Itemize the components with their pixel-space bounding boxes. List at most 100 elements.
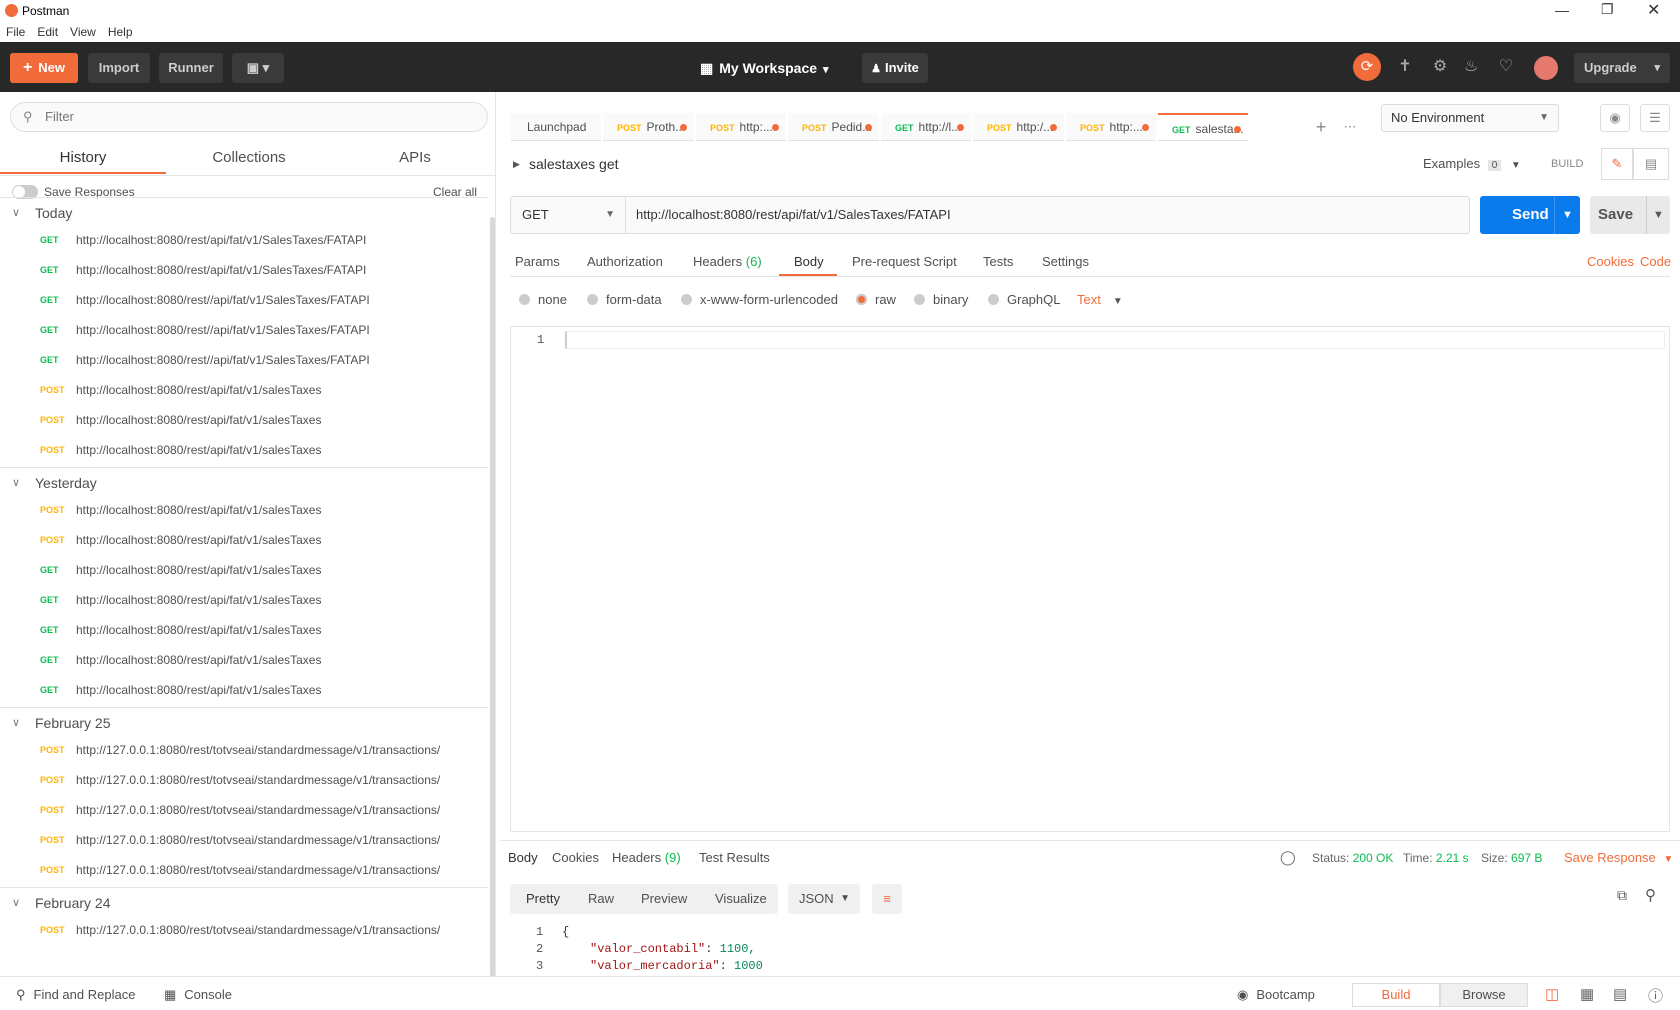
tab-headers[interactable]: Headers (6) bbox=[693, 254, 762, 269]
edit-pencil-icon[interactable]: ✎ bbox=[1601, 148, 1633, 180]
response-format-dropdown[interactable]: JSON ▼ bbox=[788, 884, 860, 914]
history-item[interactable]: GET http://localhost:8080/rest/api/fat/v1… bbox=[0, 255, 488, 285]
browse-mode-button[interactable]: Browse bbox=[1440, 983, 1528, 1007]
workspace-selector[interactable]: ▦ My Workspace ▾ bbox=[700, 56, 829, 80]
history-item[interactable]: POST http://localhost:8080/rest/api/fat/v… bbox=[0, 495, 488, 525]
history-item[interactable]: POST http://127.0.0.1:8080/rest/totvseai/… bbox=[0, 795, 488, 825]
response-tab-headers[interactable]: Headers (9) bbox=[612, 850, 681, 865]
request-tab[interactable]: GET salesta... bbox=[1158, 113, 1248, 141]
request-tab[interactable]: POST http:... bbox=[1066, 113, 1156, 141]
tab-authorization[interactable]: Authorization bbox=[587, 254, 663, 269]
request-name[interactable]: salestaxes get bbox=[529, 156, 619, 172]
two-pane-view-icon[interactable]: ◫ bbox=[1545, 985, 1559, 1003]
examples-dropdown[interactable]: Examples 0 ▼ bbox=[1423, 156, 1521, 171]
runner-button[interactable]: Runner bbox=[159, 53, 223, 83]
expand-arrow-icon[interactable]: ▶ bbox=[513, 159, 520, 170]
radio-graphql[interactable]: GraphQL bbox=[988, 292, 1060, 307]
body-format-dropdown[interactable]: Text ▼ bbox=[1077, 292, 1123, 307]
new-button[interactable]: + New bbox=[10, 53, 78, 83]
response-body[interactable]: 1 2 3 { "valor_contabil": 1100, "valor_m… bbox=[510, 924, 1660, 974]
help-icon[interactable]: ⓘ bbox=[1648, 985, 1663, 1006]
request-tab[interactable]: POST Proth... bbox=[603, 113, 694, 141]
save-dropdown-icon[interactable]: ▼ bbox=[1646, 196, 1670, 234]
tab-settings[interactable]: Settings bbox=[1042, 254, 1089, 269]
build-label[interactable]: BUILD bbox=[1551, 158, 1583, 170]
view-pretty[interactable]: Pretty bbox=[526, 891, 560, 906]
history-item[interactable]: POST http://localhost:8080/rest/api/fat/v… bbox=[0, 405, 488, 435]
request-tab[interactable]: POST Pedid... bbox=[788, 113, 879, 141]
restore-icon[interactable]: ❐ bbox=[1601, 1, 1614, 18]
layout-icon[interactable]: ▦ bbox=[1580, 985, 1594, 1003]
menu-edit[interactable]: Edit bbox=[31, 22, 64, 42]
close-icon[interactable]: ✕ bbox=[1647, 0, 1660, 20]
request-tab[interactable]: Launchpad bbox=[511, 113, 601, 141]
tab-apis[interactable]: APIs bbox=[332, 142, 498, 174]
menu-view[interactable]: View bbox=[64, 22, 102, 42]
search-response-icon[interactable]: ⚲ bbox=[1645, 886, 1656, 904]
history-item[interactable]: POST http://127.0.0.1:8080/rest/totvseai/… bbox=[0, 825, 488, 855]
more-tabs-icon[interactable]: ⋯ bbox=[1337, 113, 1363, 141]
view-visualize[interactable]: Visualize bbox=[715, 891, 767, 906]
notifications-bell-icon[interactable]: ♨ bbox=[1459, 55, 1483, 79]
eye-icon[interactable]: ◉ bbox=[1600, 104, 1630, 132]
save-response-button[interactable]: Save Response ▼ bbox=[1564, 850, 1673, 865]
environment-selector[interactable]: No Environment ▼ bbox=[1381, 104, 1559, 132]
history-item[interactable]: GET http://localhost:8080/rest//api/fat/v… bbox=[0, 285, 488, 315]
console-button[interactable]: ▦ Console bbox=[164, 987, 232, 1003]
filter-box[interactable]: ⚲ bbox=[10, 102, 488, 132]
tab-params[interactable]: Params bbox=[515, 254, 560, 269]
invite-button[interactable]: ♟ Invite bbox=[862, 53, 928, 83]
bootcamp-button[interactable]: ◉ Bootcamp bbox=[1237, 987, 1315, 1003]
menu-help[interactable]: Help bbox=[102, 22, 139, 42]
request-tab[interactable]: POST http:/... bbox=[973, 113, 1064, 141]
add-tab-button[interactable]: + bbox=[1309, 113, 1333, 141]
radio-form-data[interactable]: form-data bbox=[587, 292, 662, 307]
cookies-link[interactable]: Cookies bbox=[1587, 254, 1634, 269]
copy-icon[interactable]: ⧉ bbox=[1617, 887, 1627, 904]
history-item[interactable]: POST http://127.0.0.1:8080/rest/totvseai/… bbox=[0, 915, 488, 945]
send-dropdown-icon[interactable]: ▼ bbox=[1554, 196, 1580, 234]
view-raw[interactable]: Raw bbox=[588, 891, 614, 906]
tab-collections[interactable]: Collections bbox=[166, 142, 332, 174]
sync-icon[interactable]: ⟳ bbox=[1353, 53, 1381, 81]
history-item[interactable]: POST http://localhost:8080/rest/api/fat/v… bbox=[0, 375, 488, 405]
history-group[interactable]: ∨ February 24 bbox=[0, 887, 488, 917]
tab-history[interactable]: History bbox=[0, 142, 166, 174]
code-link[interactable]: Code bbox=[1640, 254, 1671, 269]
find-replace-button[interactable]: ⚲ Find and Replace bbox=[16, 987, 135, 1003]
history-item[interactable]: GET http://localhost:8080/rest/api/fat/v1… bbox=[0, 555, 488, 585]
save-button[interactable]: Save ▼ bbox=[1590, 196, 1670, 234]
history-item[interactable]: POST http://localhost:8080/rest/api/fat/v… bbox=[0, 525, 488, 555]
menu-file[interactable]: File bbox=[0, 22, 31, 42]
history-item[interactable]: POST http://127.0.0.1:8080/rest/totvseai/… bbox=[0, 735, 488, 765]
satellite-icon[interactable]: ✝ bbox=[1393, 55, 1417, 79]
method-selector[interactable]: GET ▼ bbox=[510, 196, 626, 234]
wrap-lines-icon[interactable]: ≡ bbox=[872, 884, 902, 914]
history-item[interactable]: POST http://127.0.0.1:8080/rest/totvseai/… bbox=[0, 765, 488, 795]
sidebar-scrollbar[interactable] bbox=[490, 217, 495, 977]
history-item[interactable]: GET http://localhost:8080/rest//api/fat/v… bbox=[0, 315, 488, 345]
history-item[interactable]: POST http://127.0.0.1:8080/rest/totvseai/… bbox=[0, 855, 488, 885]
history-group[interactable]: ∨ February 25 bbox=[0, 707, 488, 737]
heart-icon[interactable]: ♡ bbox=[1494, 55, 1518, 79]
radio-urlencoded[interactable]: x-www-form-urlencoded bbox=[681, 292, 838, 307]
history-item[interactable]: GET http://localhost:8080/rest/api/fat/v1… bbox=[0, 225, 488, 255]
import-button[interactable]: Import bbox=[88, 53, 150, 83]
request-tab[interactable]: POST http:... bbox=[696, 113, 786, 141]
request-tab[interactable]: GET http://l... bbox=[881, 113, 971, 141]
settings-icon[interactable]: ⚙ bbox=[1428, 55, 1452, 79]
tab-tests[interactable]: Tests bbox=[983, 254, 1013, 269]
globe-icon[interactable]: ◯ bbox=[1280, 849, 1296, 866]
send-button[interactable]: Send ▼ bbox=[1480, 196, 1580, 234]
view-preview[interactable]: Preview bbox=[641, 891, 687, 906]
upgrade-button[interactable]: Upgrade ▾ bbox=[1574, 53, 1670, 83]
radio-binary[interactable]: binary bbox=[914, 292, 968, 307]
history-item[interactable]: GET http://localhost:8080/rest/api/fat/v1… bbox=[0, 645, 488, 675]
filter-input[interactable] bbox=[45, 109, 465, 124]
body-editor[interactable]: 1 bbox=[510, 326, 1670, 832]
keyboard-icon[interactable]: ▤ bbox=[1613, 985, 1627, 1003]
history-group[interactable]: ∨ Today bbox=[0, 197, 488, 227]
history-item[interactable]: GET http://localhost:8080/rest//api/fat/v… bbox=[0, 345, 488, 375]
response-tab-cookies[interactable]: Cookies bbox=[552, 850, 599, 865]
build-mode-button[interactable]: Build bbox=[1352, 983, 1440, 1007]
